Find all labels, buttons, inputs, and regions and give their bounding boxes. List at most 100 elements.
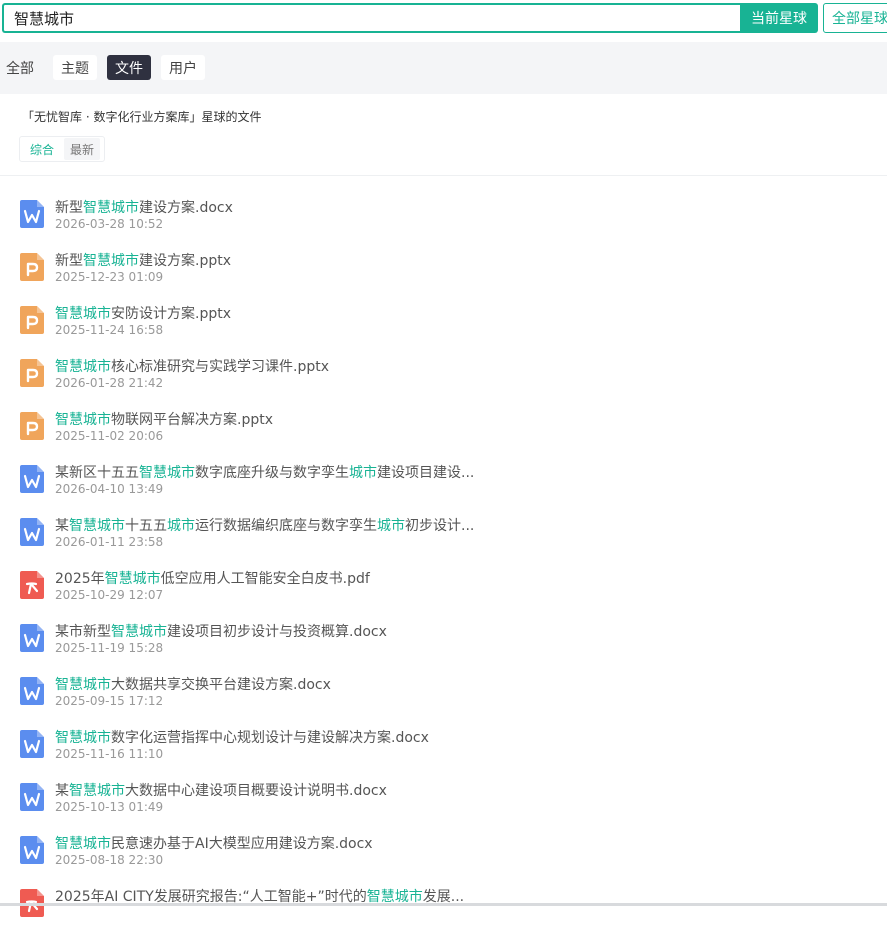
file-date: 2026-01-11 23:58 — [55, 535, 164, 549]
file-list-item[interactable]: 某智慧城市十五五城市运行数据编织底座与数字孪生城市初步设计... 2026-01-… — [0, 510, 887, 563]
keyword-highlight: 智慧城市 — [69, 783, 125, 799]
file-name-text: 建设方案.pptx — [139, 253, 231, 269]
keyword-highlight: 智慧城市 — [83, 200, 139, 216]
current-planet-button[interactable]: 当前星球 — [740, 3, 818, 33]
tab-topic[interactable]: 主题 — [53, 55, 97, 80]
file-name-text: 建设项目初步设计与投资概算.docx — [167, 624, 387, 640]
file-date: 2026-01-28 21:42 — [55, 376, 164, 390]
file-list-item[interactable]: 智慧城市物联网平台解决方案.pptx 2025-11-02 20:06 — [0, 404, 887, 457]
sort-comprehensive-button[interactable]: 综合 — [20, 138, 64, 160]
file-name-text: 某新区十五五 — [55, 465, 139, 481]
file-name[interactable]: 智慧城市核心标准研究与实践学习课件.pptx — [55, 356, 329, 376]
keyword-highlight: 城市 — [349, 465, 377, 481]
file-name[interactable]: 智慧城市大数据共享交换平台建设方案.docx — [55, 674, 331, 694]
file-list-item[interactable]: 智慧城市数字化运营指挥中心规划设计与建设解决方案.docx 2025-11-16 … — [0, 722, 887, 775]
file-date: 2025-11-02 20:06 — [55, 429, 164, 443]
ppt-file-icon — [20, 412, 44, 440]
file-list-item[interactable]: 智慧城市民意速办基于AI大模型应用建设方案.docx 2025-08-18 22:… — [0, 828, 887, 881]
file-name-text: 低空应用人工智能安全白皮书.pdf — [160, 571, 370, 587]
keyword-highlight: 智慧城市 — [104, 571, 161, 587]
file-name[interactable]: 某市新型智慧城市建设项目初步设计与投资概算.docx — [55, 621, 387, 641]
file-name[interactable]: 某智慧城市十五五城市运行数据编织底座与数字孪生城市初步设计... — [55, 515, 474, 535]
search-row: 当前星球 全部星球 — [0, 0, 887, 42]
file-name[interactable]: 2025年智慧城市低空应用人工智能安全白皮书.pdf — [55, 568, 370, 588]
scope-title: 「无忧智库 · 数字化行业方案库」星球的文件 — [22, 110, 262, 124]
file-name-text: 新型 — [55, 200, 83, 216]
keyword-highlight: 智慧城市 — [69, 518, 125, 534]
ppt-file-icon — [20, 253, 44, 281]
file-date: 2025-09-15 17:12 — [55, 694, 164, 708]
file-name-text: 安防设计方案.pptx — [111, 306, 231, 322]
file-name-text: 建设项目建设... — [377, 465, 475, 481]
word-file-icon — [20, 677, 44, 705]
file-name-text: 2025年 — [55, 571, 105, 587]
tabs-bar: 全部 主题 文件 用户 — [0, 42, 887, 94]
file-name-text: 新型 — [55, 253, 83, 269]
file-date: 2026-03-28 10:52 — [55, 217, 164, 231]
word-file-icon — [20, 624, 44, 652]
search-input[interactable] — [2, 3, 740, 33]
file-name[interactable]: 新型智慧城市建设方案.docx — [55, 197, 233, 217]
file-name[interactable]: 某智慧城市大数据中心建设项目概要设计说明书.docx — [55, 780, 387, 800]
file-date: 2025-11-16 11:10 — [55, 747, 164, 761]
file-name-text: 某 — [55, 783, 69, 799]
file-name-text: 某 — [55, 518, 69, 534]
word-file-icon — [20, 200, 44, 228]
file-list-item[interactable]: 某新区十五五智慧城市数字底座升级与数字孪生城市建设项目建设... 2026-04-… — [0, 457, 887, 510]
file-name-text: 初步设计... — [405, 518, 475, 534]
file-name-text: 运行数据编织底座与数字孪生 — [195, 518, 377, 534]
keyword-highlight: 智慧城市 — [55, 306, 111, 322]
file-name-text: 数字底座升级与数字孪生 — [195, 465, 349, 481]
keyword-highlight: 城市 — [167, 518, 195, 534]
sort-group: 综合 最新 — [19, 136, 105, 162]
file-list-item[interactable]: 智慧城市大数据共享交换平台建设方案.docx 2025-09-15 17:12 — [0, 669, 887, 722]
file-list-item[interactable]: 智慧城市核心标准研究与实践学习课件.pptx 2026-01-28 21:42 — [0, 351, 887, 404]
file-list-item[interactable]: 新型智慧城市建设方案.docx 2026-03-28 10:52 — [0, 192, 887, 245]
file-name[interactable]: 智慧城市数字化运营指挥中心规划设计与建设解决方案.docx — [55, 727, 429, 747]
keyword-highlight: 城市 — [377, 518, 405, 534]
file-name-text: 建设方案.docx — [139, 200, 233, 216]
file-list-item[interactable]: 新型智慧城市建设方案.pptx 2025-12-23 01:09 — [0, 245, 887, 298]
keyword-highlight: 智慧城市 — [55, 730, 111, 746]
tab-files[interactable]: 文件 — [107, 55, 151, 80]
file-date: 2025-11-24 16:58 — [55, 323, 164, 337]
file-date: 2025-10-29 12:07 — [55, 588, 164, 602]
file-list-item[interactable]: 2025年智慧城市低空应用人工智能安全白皮书.pdf 2025-10-29 12:… — [0, 563, 887, 616]
file-name-text: 大数据中心建设项目概要设计说明书.docx — [125, 783, 387, 799]
tab-all[interactable]: 全部 — [0, 55, 40, 80]
file-name-text: 某市新型 — [55, 624, 111, 640]
ppt-file-icon — [20, 306, 44, 334]
word-file-icon — [20, 730, 44, 758]
keyword-highlight: 智慧城市 — [55, 412, 111, 428]
word-file-icon — [20, 836, 44, 864]
file-list-item[interactable]: 某市新型智慧城市建设项目初步设计与投资概算.docx 2025-11-19 15:… — [0, 616, 887, 669]
file-name-text: 民意速办基于AI大模型应用建设方案.docx — [111, 836, 373, 852]
file-date: 2026-04-10 13:49 — [55, 482, 164, 496]
file-name[interactable]: 智慧城市安防设计方案.pptx — [55, 303, 231, 323]
file-list-item[interactable]: 智慧城市安防设计方案.pptx 2025-11-24 16:58 — [0, 298, 887, 351]
sort-latest-button[interactable]: 最新 — [64, 138, 100, 160]
file-name[interactable]: 智慧城市民意速办基于AI大模型应用建设方案.docx — [55, 833, 373, 853]
file-name-text: 十五五 — [125, 518, 167, 534]
file-date: 2025-11-19 15:28 — [55, 641, 164, 655]
keyword-highlight: 智慧城市 — [139, 465, 195, 481]
word-file-icon — [20, 518, 44, 546]
file-list-item[interactable]: 某智慧城市大数据中心建设项目概要设计说明书.docx 2025-10-13 01:… — [0, 775, 887, 828]
word-file-icon — [20, 783, 44, 811]
file-name-text: 核心标准研究与实践学习课件.pptx — [111, 359, 329, 375]
all-planets-button[interactable]: 全部星球 — [823, 3, 887, 33]
ppt-file-icon — [20, 359, 44, 387]
file-name-text: 物联网平台解决方案.pptx — [111, 412, 273, 428]
file-name[interactable]: 智慧城市物联网平台解决方案.pptx — [55, 409, 273, 429]
file-name[interactable]: 新型智慧城市建设方案.pptx — [55, 250, 231, 270]
file-list-item[interactable]: 2025年AI CITY发展研究报告:“人工智能+”时代的智慧城市发展... — [0, 881, 887, 934]
file-name-text: 大数据共享交换平台建设方案.docx — [111, 677, 331, 693]
keyword-highlight: 智慧城市 — [111, 624, 167, 640]
keyword-highlight: 智慧城市 — [83, 253, 139, 269]
file-date: 2025-10-13 01:49 — [55, 800, 164, 814]
keyword-highlight: 智慧城市 — [55, 836, 111, 852]
file-name[interactable]: 某新区十五五智慧城市数字底座升级与数字孪生城市建设项目建设... — [55, 462, 474, 482]
tab-users[interactable]: 用户 — [161, 55, 205, 80]
keyword-highlight: 智慧城市 — [55, 677, 111, 693]
file-name-text: 数字化运营指挥中心规划设计与建设解决方案.docx — [111, 730, 429, 746]
